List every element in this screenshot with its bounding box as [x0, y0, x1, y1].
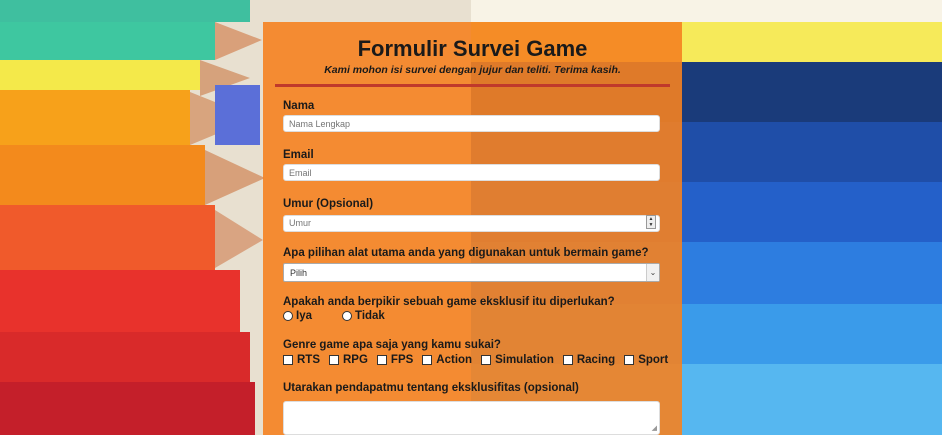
radio-option-tidak[interactable]: Tidak [342, 310, 385, 322]
checkbox[interactable] [283, 355, 293, 365]
checkbox[interactable] [562, 355, 573, 365]
radio-label: Iya [296, 310, 312, 322]
exclusive-radio-group: Iya Tidak [283, 310, 660, 322]
device-select-value: Pilih [290, 268, 308, 278]
device-label: Apa pilihan alat utama anda yang digunak… [283, 247, 649, 259]
form-title: Formulir Survei Game [357, 36, 588, 61]
number-spinner-icon[interactable]: ▲ ▼ [646, 215, 656, 229]
exclusive-label: Apakah anda berpikir sebuah game eksklus… [283, 296, 615, 308]
age-label: Umur (Opsional) [283, 198, 374, 210]
checkbox-label: Simulation [495, 354, 554, 366]
checkbox-option-sport[interactable]: Sport [624, 354, 668, 366]
name-label: Nama [283, 100, 315, 112]
form-subtitle: Kami mohon isi survei dengan jujur dan t… [324, 64, 621, 76]
opinion-field-group: Utarakan pendapatmu tentang eksklusifita… [283, 382, 660, 435]
resize-handle-icon[interactable]: ◢ [652, 424, 657, 432]
device-select[interactable]: Pilih ⌄ [283, 263, 660, 282]
genre-field-group: Genre game apa saja yang kamu sukai? RTS… [283, 339, 668, 366]
checkbox-label: Racing [576, 354, 616, 366]
checkbox-option-rpg[interactable]: RPG [329, 354, 368, 366]
name-input[interactable] [283, 115, 660, 132]
exclusive-field-group: Apakah anda berpikir sebuah game eksklus… [283, 296, 660, 322]
checkbox-label: Action [436, 354, 473, 366]
age-input-wrapper: ▲▼ [283, 213, 660, 232]
checkbox-option-racing[interactable]: Racing [562, 354, 616, 366]
checkbox[interactable] [624, 355, 635, 365]
radio-option-iya[interactable]: Iya [283, 310, 312, 322]
genre-checkbox-group: RTS RPG FPS Action Simulation Racing Spo… [283, 354, 668, 366]
radio-label: Tidak [355, 310, 385, 322]
radio-button[interactable] [342, 311, 352, 321]
email-field-group: Email [283, 149, 660, 181]
email-input[interactable] [283, 164, 660, 181]
radio-button[interactable] [283, 311, 293, 321]
checkbox[interactable] [481, 355, 492, 365]
device-field-group: Apa pilihan alat utama anda yang digunak… [283, 247, 660, 282]
checkbox-option-fps[interactable]: FPS [376, 354, 414, 366]
age-input[interactable] [283, 214, 660, 232]
checkbox-option-rts[interactable]: RTS [283, 354, 320, 366]
opinion-textarea[interactable]: ◢ [283, 401, 660, 435]
checkbox-label: Sport [638, 354, 669, 366]
name-field-group: Nama [283, 100, 660, 132]
checkbox-label: RPG [343, 354, 368, 366]
checkbox-option-simulation[interactable]: Simulation [481, 354, 554, 366]
chevron-down-icon: ⌄ [646, 264, 659, 281]
checkbox-label: FPS [390, 354, 414, 366]
title-divider [275, 84, 670, 87]
checkbox[interactable] [422, 355, 433, 365]
age-field-group: Umur (Opsional) ▲▼ [283, 198, 660, 232]
genre-label: Genre game apa saja yang kamu sukai? [283, 339, 501, 351]
checkbox-option-action[interactable]: Action [422, 354, 472, 366]
checkbox[interactable] [376, 355, 387, 365]
checkbox-label: RTS [297, 354, 320, 366]
checkbox[interactable] [329, 355, 339, 365]
survey-form: Formulir Survei Game Kami mohon isi surv… [263, 22, 682, 435]
opinion-label: Utarakan pendapatmu tentang eksklusifita… [283, 382, 579, 394]
email-label: Email [283, 149, 314, 161]
